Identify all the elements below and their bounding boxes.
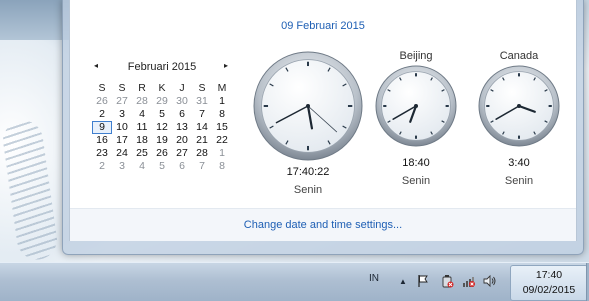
calendar-day-outside[interactable]: 29 bbox=[152, 95, 172, 108]
calendar-nav: ◂ Februari 2015 ▸ bbox=[92, 60, 232, 76]
clock-center bbox=[517, 104, 521, 108]
calendar-day-outside[interactable]: 30 bbox=[172, 95, 192, 108]
calendar-day[interactable]: 5 bbox=[152, 108, 172, 121]
calendar-day[interactable]: 26 bbox=[152, 147, 172, 160]
clock-time: 3:40 bbox=[508, 157, 530, 169]
calendar-day-outside[interactable]: 31 bbox=[192, 95, 212, 108]
analog-clock-canada bbox=[474, 64, 564, 148]
calendar-day[interactable]: 4 bbox=[132, 108, 152, 121]
calendar-day-outside[interactable]: 2 bbox=[92, 160, 112, 173]
weekday-header: R bbox=[138, 82, 146, 94]
calendar-day[interactable]: 8 bbox=[212, 108, 232, 121]
calendar-day[interactable]: 6 bbox=[172, 108, 192, 121]
clock-day: Senin bbox=[293, 184, 323, 196]
current-date-link[interactable]: 09 Februari 2015 bbox=[70, 20, 576, 32]
calendar-day[interactable]: 15 bbox=[212, 121, 232, 134]
volume-icon[interactable] bbox=[483, 274, 497, 288]
clock-face bbox=[375, 65, 457, 147]
network-icon[interactable] bbox=[462, 274, 476, 288]
calendar-day-outside[interactable]: 6 bbox=[172, 160, 192, 173]
clock-time: 18:40 bbox=[402, 157, 430, 169]
power-icon[interactable] bbox=[440, 274, 454, 288]
calendar-day[interactable]: 22 bbox=[212, 134, 232, 147]
calendar-day[interactable]: 24 bbox=[112, 147, 132, 160]
calendar-day-outside[interactable]: 3 bbox=[112, 160, 132, 173]
clock-name: Canada bbox=[499, 50, 539, 62]
calendar-day[interactable]: 13 bbox=[172, 121, 192, 134]
flag-icon[interactable] bbox=[416, 274, 430, 288]
taskbar-time: 17:40 bbox=[535, 269, 563, 281]
calendar-day[interactable]: 10 bbox=[112, 121, 132, 134]
canada-clock: Canada 3:40 Senin bbox=[474, 50, 564, 187]
calendar-day-today[interactable]: 9 bbox=[92, 121, 112, 134]
calendar-day[interactable]: 11 bbox=[132, 121, 152, 134]
calendar-day[interactable]: 28 bbox=[192, 147, 212, 160]
calendar-day-outside[interactable]: 5 bbox=[152, 160, 172, 173]
date-time-flyout: 09 Februari 2015 ◂ Februari 2015 ▸ SSRKJ… bbox=[62, 0, 584, 255]
calendar: ◂ Februari 2015 ▸ S S R K J S M 26 27 28 29 30 31 1 2 3… bbox=[92, 60, 232, 173]
clock-name: Beijing bbox=[399, 50, 433, 62]
calendar-day-outside[interactable]: 8 bbox=[212, 160, 232, 173]
weekday-header: K bbox=[158, 82, 166, 94]
language-indicator[interactable]: IN bbox=[369, 273, 379, 284]
calendar-day-outside[interactable]: 26 bbox=[92, 95, 112, 108]
calendar-day[interactable]: 16 bbox=[92, 134, 112, 147]
taskbar: IN ▲ 17:40 09/02/2015 bbox=[0, 262, 589, 301]
flyout-panel: 09 Februari 2015 ◂ Februari 2015 ▸ SSRKJ… bbox=[69, 0, 577, 241]
clock-time: 17:40:22 bbox=[286, 166, 330, 178]
change-date-time-settings-link[interactable]: Change date and time settings... bbox=[70, 219, 576, 231]
clock-day: Senin bbox=[401, 175, 431, 187]
clock-center bbox=[306, 104, 310, 108]
calendar-day[interactable]: 3 bbox=[112, 108, 132, 121]
calendar-day[interactable]: 17 bbox=[112, 134, 132, 147]
flyout-footer: Change date and time settings... bbox=[70, 208, 576, 241]
calendar-day[interactable]: 19 bbox=[152, 134, 172, 147]
taskbar-date: 09/02/2015 bbox=[522, 284, 576, 296]
calendar-day[interactable]: 23 bbox=[92, 147, 112, 160]
weekday-header: S bbox=[98, 82, 106, 94]
calendar-day[interactable]: 20 bbox=[172, 134, 192, 147]
analog-clock-local bbox=[246, 50, 370, 162]
calendar-day[interactable]: 27 bbox=[172, 147, 192, 160]
calendar-day[interactable]: 2 bbox=[92, 108, 112, 121]
clock-face bbox=[478, 65, 560, 147]
calendar-day[interactable]: 1 bbox=[212, 95, 232, 108]
local-clock: 17:40:22 Senin bbox=[246, 36, 370, 196]
weekday-header: M bbox=[217, 82, 227, 94]
show-hidden-icons-button[interactable]: ▲ bbox=[399, 277, 407, 286]
clock-name bbox=[246, 36, 370, 50]
calendar-day-outside[interactable]: 4 bbox=[132, 160, 152, 173]
flyout-content: 09 Februari 2015 ◂ Februari 2015 ▸ SSRKJ… bbox=[70, 0, 576, 208]
beijing-clock: Beijing 18:40 Senin bbox=[371, 50, 461, 187]
weekday-header: S bbox=[198, 82, 206, 94]
calendar-day[interactable]: 18 bbox=[132, 134, 152, 147]
taskbar-clock[interactable]: 17:40 09/02/2015 bbox=[510, 265, 588, 301]
calendar-day[interactable]: 12 bbox=[152, 121, 172, 134]
clock-center bbox=[414, 104, 418, 108]
calendar-day-outside[interactable]: 28 bbox=[132, 95, 152, 108]
calendar-month-label[interactable]: Februari 2015 bbox=[92, 61, 232, 73]
clock-face bbox=[253, 51, 363, 161]
calendar-day-outside[interactable]: 1 bbox=[212, 147, 232, 160]
analog-clock-beijing bbox=[371, 64, 461, 148]
clock-day: Senin bbox=[504, 175, 534, 187]
calendar-day[interactable]: 21 bbox=[192, 134, 212, 147]
calendar-day[interactable]: 14 bbox=[192, 121, 212, 134]
calendar-grid: S S R K J S M 26 27 28 29 30 31 1 2 3 4 5 6 7 8 9 10 11 12 13 14 15… bbox=[92, 82, 232, 173]
weekday-header: J bbox=[179, 82, 185, 94]
calendar-day-outside[interactable]: 27 bbox=[112, 95, 132, 108]
weekday-header: S bbox=[118, 82, 126, 94]
calendar-day-outside[interactable]: 7 bbox=[192, 160, 212, 173]
calendar-day[interactable]: 7 bbox=[192, 108, 212, 121]
calendar-day[interactable]: 25 bbox=[132, 147, 152, 160]
chevron-right-icon[interactable]: ▸ bbox=[224, 61, 228, 70]
